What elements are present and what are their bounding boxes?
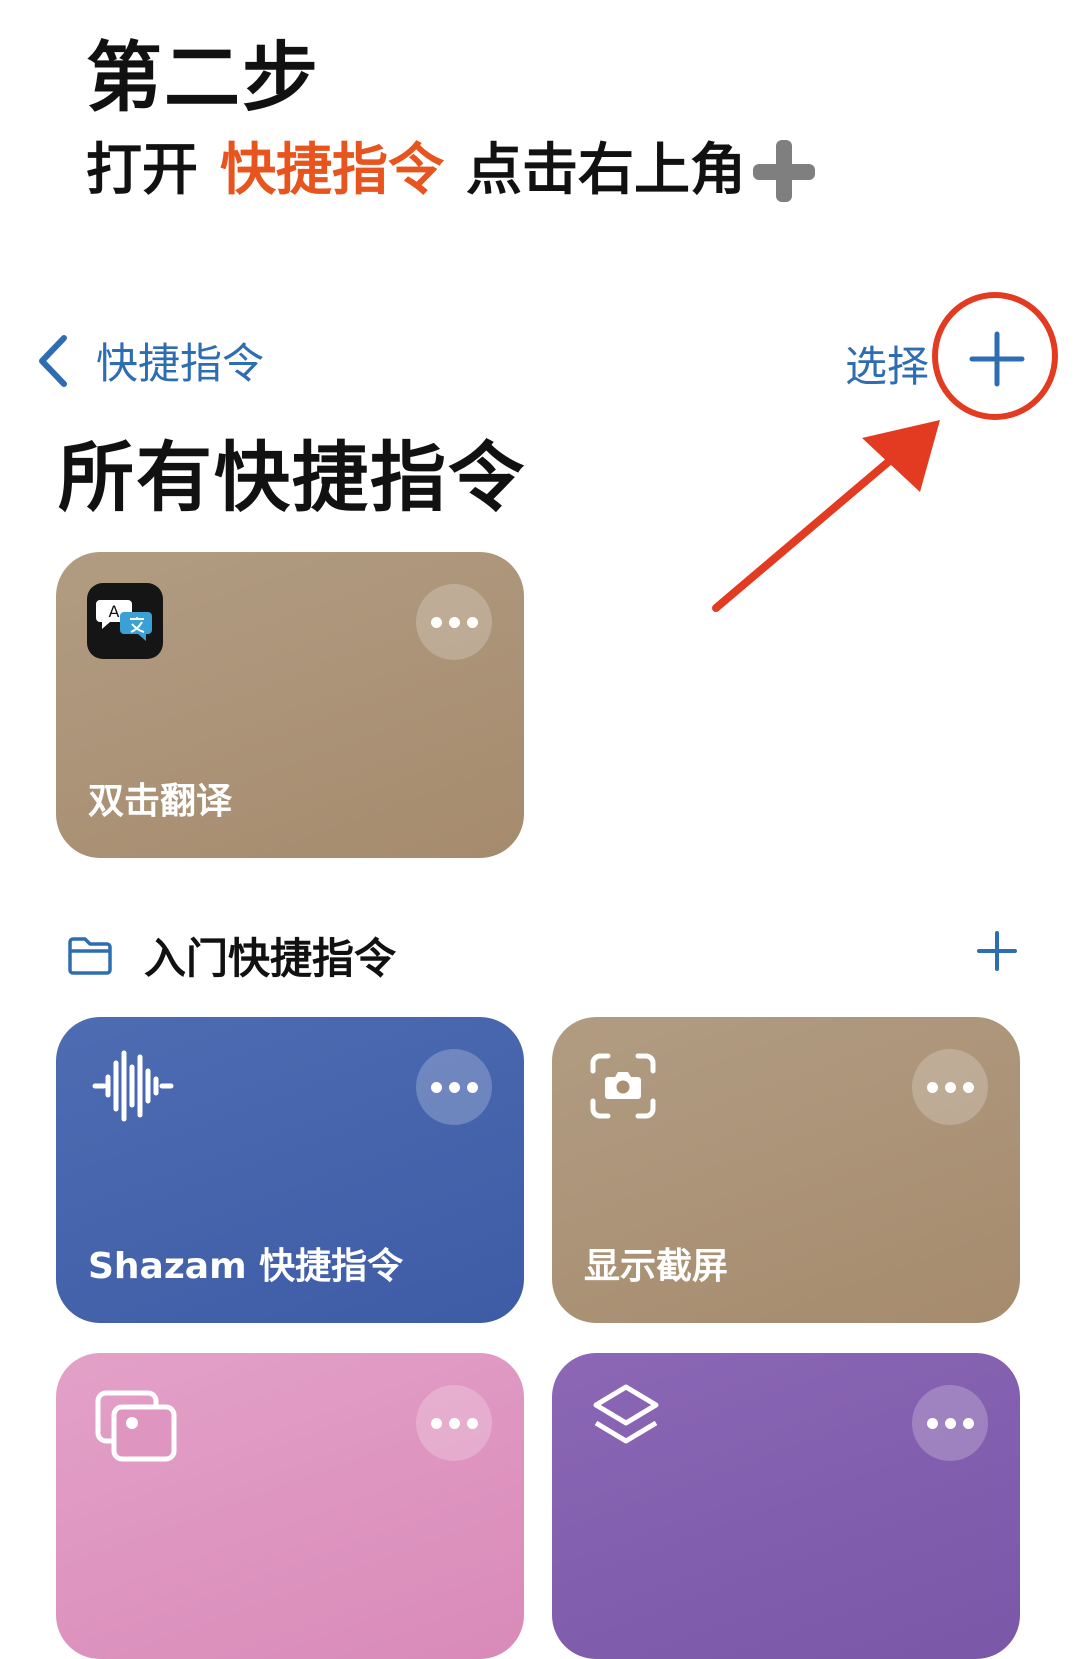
- select-button[interactable]: 选择: [845, 333, 929, 394]
- layers-icon: [590, 1383, 662, 1467]
- card-label: 显示截屏: [584, 1246, 729, 1287]
- section-add-button[interactable]: [976, 930, 1018, 976]
- back-label: 快捷指令: [96, 339, 265, 388]
- page-title: 所有快捷指令: [58, 433, 526, 522]
- step-suffix: 点击右上角: [466, 138, 746, 204]
- folder-section-header[interactable]: 入门快捷指令: [66, 925, 396, 986]
- step-description: 打开 快捷指令 点击右上角: [86, 136, 818, 206]
- svg-text:A: A: [109, 602, 120, 621]
- screenshot-camera-icon: [590, 1053, 656, 1123]
- more-options-button[interactable]: [416, 1049, 492, 1125]
- more-options-button[interactable]: [416, 584, 492, 660]
- section-label: 入门快捷指令: [144, 934, 397, 983]
- card-label: Shazam 快捷指令: [88, 1246, 404, 1287]
- more-options-button[interactable]: [912, 1049, 988, 1125]
- more-options-button[interactable]: [912, 1385, 988, 1461]
- folder-icon: [68, 936, 112, 975]
- shortcut-card-layers[interactable]: [552, 1353, 1020, 1659]
- step-title: 第二步: [86, 33, 320, 122]
- plus-icon: [977, 931, 1017, 971]
- card-label: 双击翻译: [88, 781, 233, 822]
- back-button[interactable]: 快捷指令: [36, 330, 264, 391]
- plus-emoji-icon: [748, 136, 818, 206]
- translate-icon: A: [86, 582, 164, 664]
- step-app-name: 快捷指令: [220, 138, 444, 204]
- shortcut-card-translate[interactable]: A 双击翻译: [56, 552, 524, 858]
- annotation-circle: [932, 292, 1058, 420]
- step-prefix: 打开: [86, 138, 198, 204]
- photos-icon: [94, 1387, 180, 1471]
- shortcut-card-photos[interactable]: [56, 1353, 524, 1659]
- chevron-left-icon: [39, 334, 67, 387]
- more-options-button[interactable]: [416, 1385, 492, 1461]
- shortcut-card-screenshot[interactable]: 显示截屏: [552, 1017, 1020, 1323]
- waveform-icon: [92, 1047, 174, 1129]
- shortcut-card-shazam[interactable]: Shazam 快捷指令: [56, 1017, 524, 1323]
